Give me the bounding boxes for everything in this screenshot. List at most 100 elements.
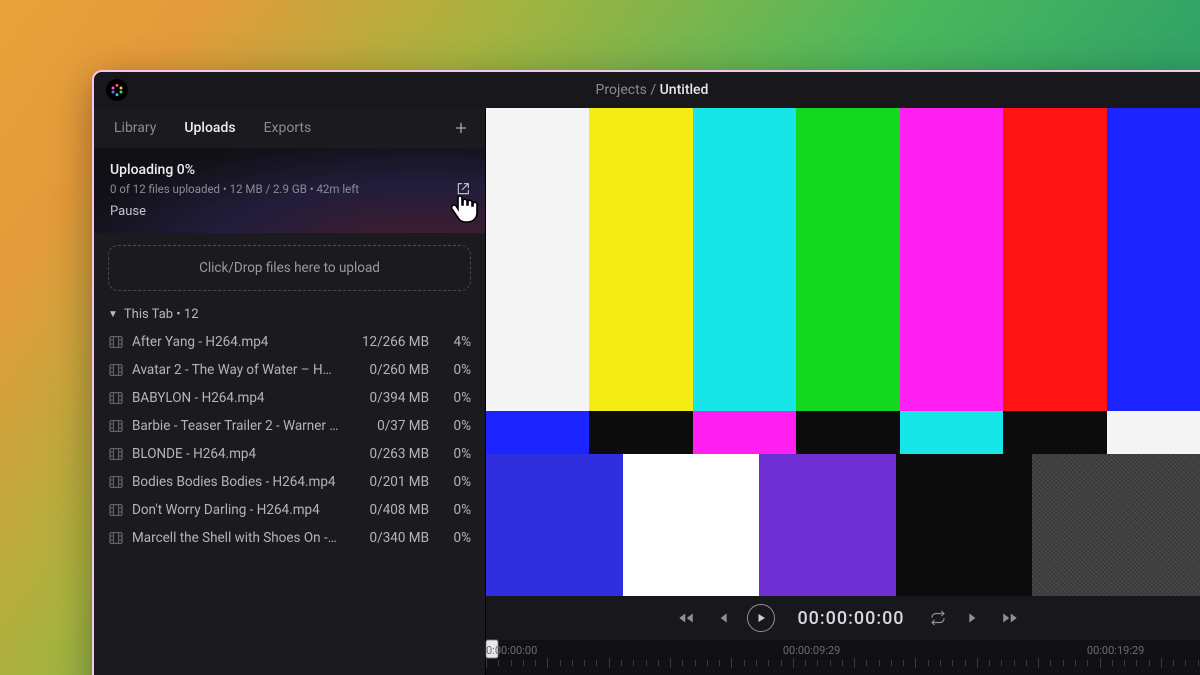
film-icon [108, 530, 124, 546]
file-size: 0/340 MB [347, 530, 429, 546]
smpte-bar [1107, 411, 1200, 455]
film-icon [108, 334, 124, 350]
file-progress: 0% [437, 474, 471, 490]
film-icon [108, 474, 124, 490]
smpte-bar [796, 411, 899, 455]
file-name: Don't Worry Darling - H264.mp4 [132, 502, 339, 518]
file-name: Avatar 2 - The Way of Water – H26… [132, 362, 339, 378]
file-size: 0/201 MB [347, 474, 429, 490]
transport-bar: 00:00:00:00 [486, 596, 1200, 640]
timecode-display[interactable]: 00:00:00:00 [797, 608, 904, 629]
add-button[interactable] [449, 116, 473, 140]
file-row[interactable]: Don't Worry Darling - H264.mp40/408 MB0% [98, 496, 481, 524]
app-window: Projects / Untitled Library Uploads Expo… [92, 70, 1200, 675]
loop-button[interactable] [927, 607, 949, 629]
sidebar: Library Uploads Exports Uploading 0% 0 o… [94, 108, 486, 675]
smpte-bars-mid [486, 411, 1200, 455]
file-progress: 4% [437, 334, 471, 350]
drop-zone[interactable]: Click/Drop files here to upload [108, 245, 471, 291]
sidebar-tabs: Library Uploads Exports [94, 108, 485, 148]
file-name: Bodies Bodies Bodies - H264.mp4 [132, 474, 339, 490]
file-progress: 0% [437, 418, 471, 434]
timeline-ticks [486, 658, 1200, 672]
app-logo-icon [106, 79, 128, 101]
file-row[interactable]: Avatar 2 - The Way of Water – H26… 0/260 … [98, 356, 481, 384]
smpte-bar [486, 411, 589, 455]
file-name: BLONDE - H264.mp4 [132, 446, 339, 462]
smpte-bars-bottom [486, 454, 1200, 596]
file-progress: 0% [437, 502, 471, 518]
rewind-button[interactable] [675, 607, 697, 629]
smpte-bar [1003, 108, 1106, 411]
titlebar: Projects / Untitled [94, 72, 1200, 108]
main-panel: 00:00:00:00 0:00:00:0000:00:09:2900:00:1… [486, 108, 1200, 675]
film-icon [108, 390, 124, 406]
file-row[interactable]: Bodies Bodies Bodies - H264.mp4 0/201 MB 0… [98, 468, 481, 496]
file-row[interactable]: Marcell the Shell with Shoes On - … 0/340… [98, 524, 481, 552]
file-row[interactable]: After Yang - H264.mp4 12/266 MB 4% [98, 328, 481, 356]
prev-frame-button[interactable] [711, 607, 733, 629]
file-row[interactable]: BABYLON - H264.mp4 0/394 MB 0% [98, 384, 481, 412]
breadcrumb-current[interactable]: Untitled [660, 82, 709, 98]
smpte-bar [486, 108, 589, 411]
popout-icon [455, 181, 471, 197]
file-list: After Yang - H264.mp4 12/266 MB 4% Avatar 2… [94, 328, 485, 552]
next-frame-icon [966, 610, 982, 626]
smpte-bar [796, 108, 899, 411]
loop-icon [929, 609, 947, 627]
film-icon [108, 502, 124, 518]
file-size: 0/394 MB [347, 390, 429, 406]
popout-button[interactable] [455, 181, 471, 201]
timeline[interactable]: 0:00:00:0000:00:09:2900:00:19:29 [486, 640, 1200, 675]
file-size: 12/266 MB [347, 334, 429, 350]
plus-icon [453, 120, 469, 136]
file-row[interactable]: BLONDE - H264.mp40/263 MB0% [98, 440, 481, 468]
smpte-bars-top [486, 108, 1200, 411]
fast-forward-button[interactable] [999, 607, 1021, 629]
smpte-bottom-black [896, 454, 1033, 596]
file-row[interactable]: Barbie - Teaser Trailer 2 - Warner Br…0/… [98, 412, 481, 440]
fast-forward-icon [1001, 609, 1019, 627]
pause-button[interactable]: Pause [110, 204, 469, 219]
timeline-label: 00:00:09:29 [783, 644, 840, 657]
upload-meta: 0 of 12 files uploaded • 12 MB / 2.9 GB … [110, 182, 469, 196]
breadcrumb[interactable]: Projects / Untitled [596, 82, 709, 98]
smpte-bottom-purple [759, 454, 896, 596]
chevron-down-icon: ▼ [108, 309, 118, 320]
file-progress: 0% [437, 530, 471, 546]
smpte-bottom-noise [1032, 454, 1200, 596]
smpte-bar [589, 411, 692, 455]
file-name: Marcell the Shell with Shoes On - … [132, 530, 339, 546]
tab-uploads[interactable]: Uploads [176, 116, 243, 140]
file-size: 0/260 MB [347, 362, 429, 378]
file-name: Barbie - Teaser Trailer 2 - Warner Br… [132, 418, 339, 434]
smpte-bar [693, 108, 796, 411]
group-header[interactable]: ▼ This Tab • 12 [94, 299, 485, 328]
play-button[interactable] [747, 604, 775, 632]
rewind-icon [677, 609, 695, 627]
prev-frame-icon [714, 610, 730, 626]
next-frame-button[interactable] [963, 607, 985, 629]
file-name: After Yang - H264.mp4 [132, 334, 339, 350]
smpte-bar [1107, 108, 1200, 411]
smpte-bottom-white [623, 454, 760, 596]
smpte-bar [900, 411, 1003, 455]
upload-status-banner: Uploading 0% 0 of 12 files uploaded • 12… [94, 148, 485, 233]
film-icon [108, 362, 124, 378]
timeline-label: 0:00:00:00 [486, 644, 537, 657]
breadcrumb-root[interactable]: Projects [596, 82, 647, 98]
tab-library[interactable]: Library [106, 116, 164, 140]
film-icon [108, 446, 124, 462]
tab-exports[interactable]: Exports [256, 116, 320, 140]
video-preview[interactable] [486, 108, 1200, 596]
file-name: BABYLON - H264.mp4 [132, 390, 339, 406]
content-area: Library Uploads Exports Uploading 0% 0 o… [94, 108, 1200, 675]
file-progress: 0% [437, 390, 471, 406]
smpte-bar [693, 411, 796, 455]
smpte-bar [900, 108, 1003, 411]
upload-title: Uploading 0% [110, 162, 469, 178]
smpte-bottom-blue [486, 454, 623, 596]
drop-zone-label: Click/Drop files here to upload [199, 260, 380, 276]
file-progress: 0% [437, 446, 471, 462]
smpte-bar [589, 108, 692, 411]
